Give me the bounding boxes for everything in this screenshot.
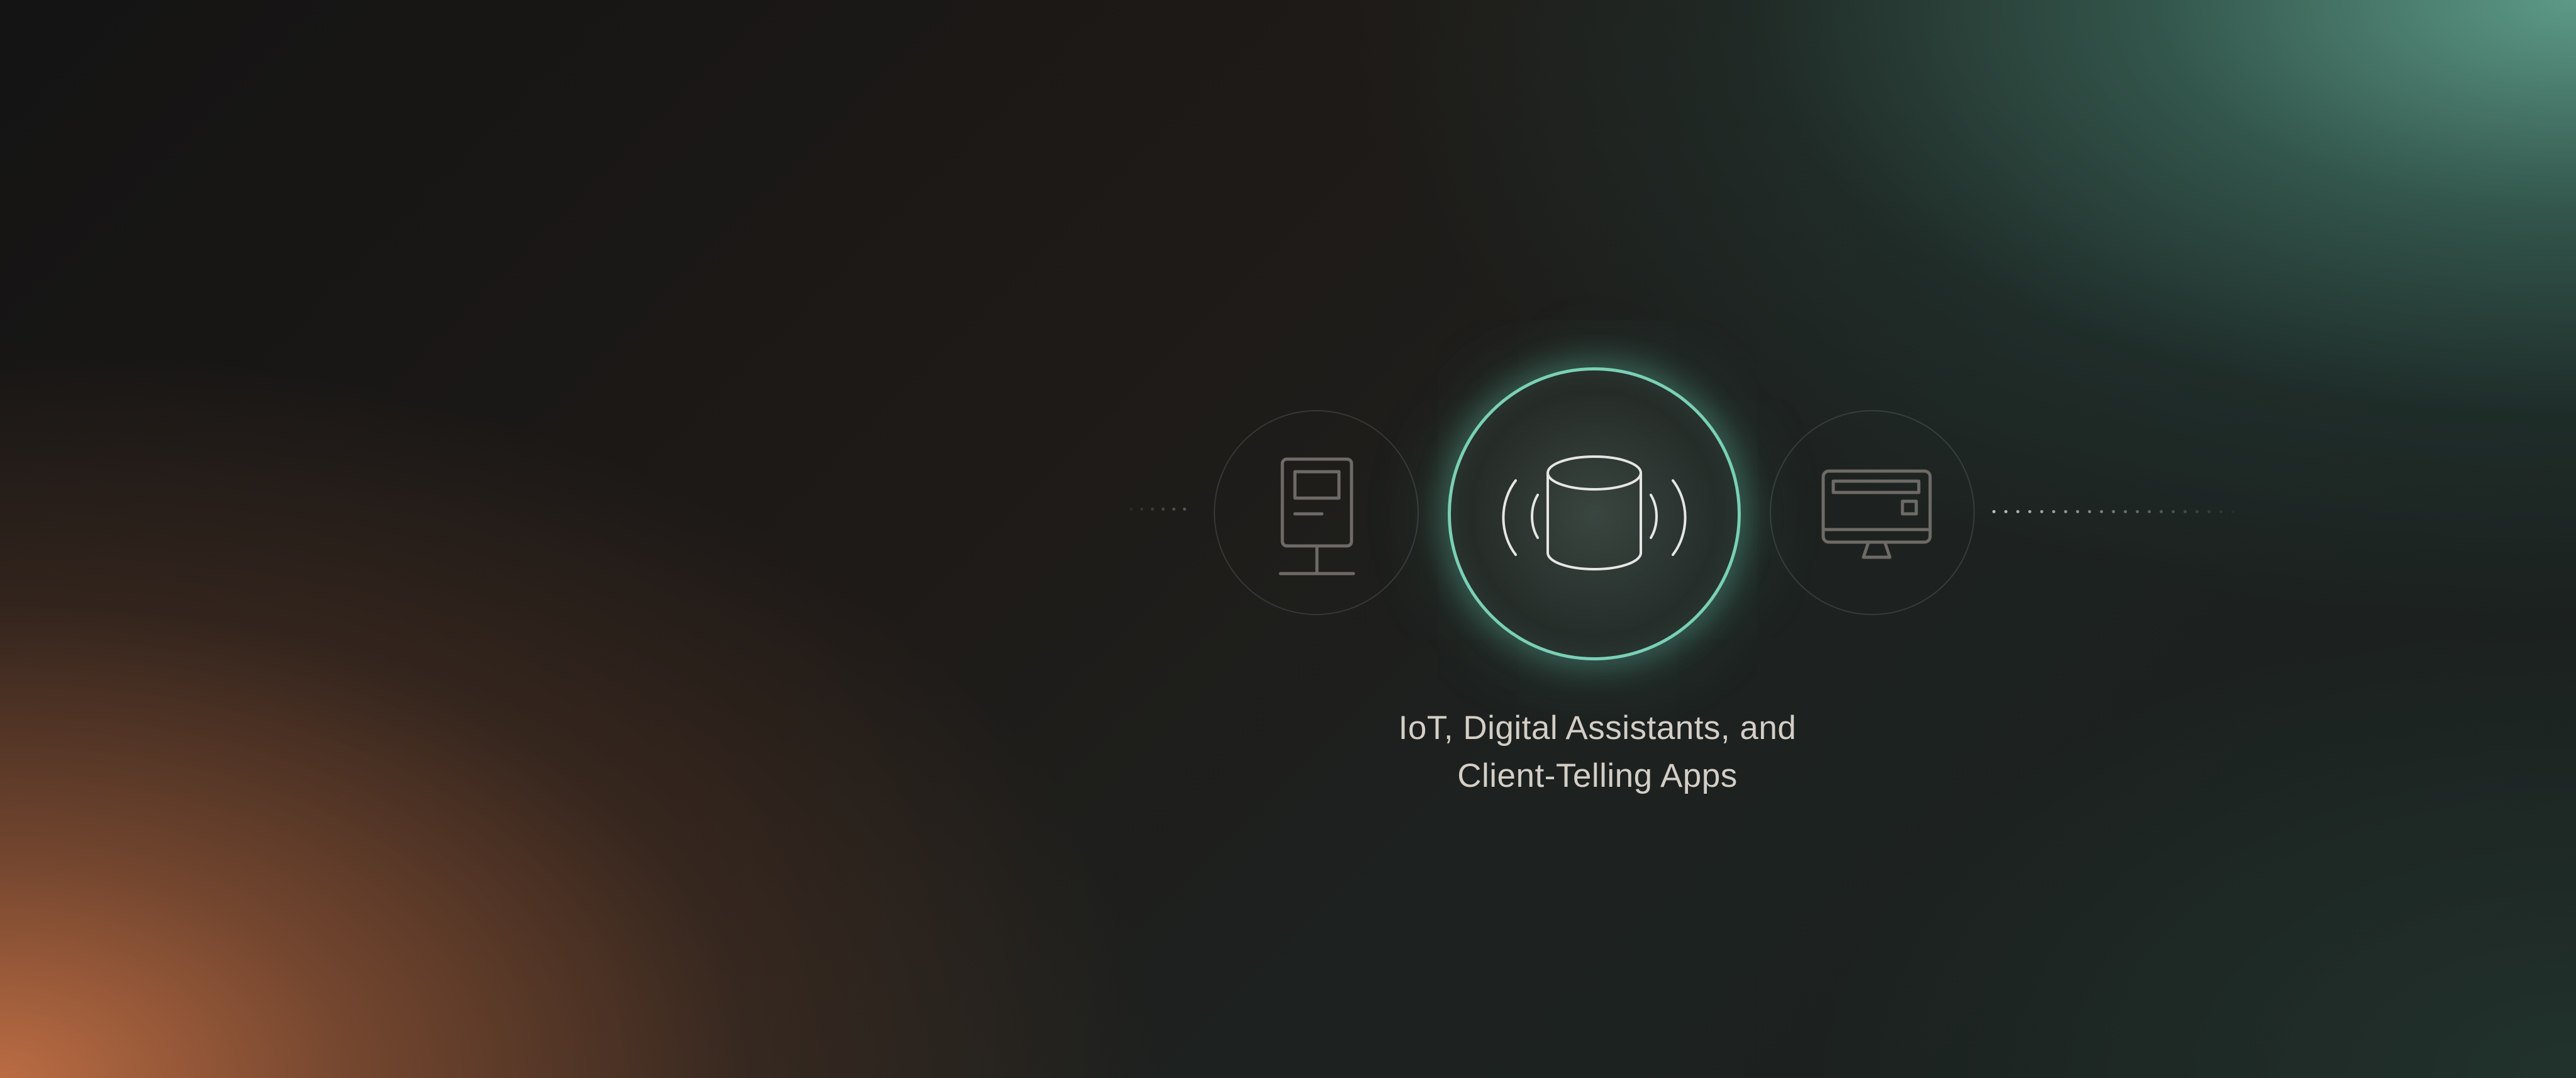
connector-dot <box>2231 510 2235 513</box>
connector-dot <box>2064 510 2067 513</box>
connector-dot <box>1140 508 1143 511</box>
connector-dot <box>2076 510 2079 513</box>
connector-dot <box>2136 510 2139 513</box>
connector-dots-left <box>1130 508 1192 511</box>
connector-dot <box>2052 510 2055 513</box>
connector-dot <box>2207 510 2211 513</box>
connector-dot <box>2016 510 2019 513</box>
connector-dot <box>1130 508 1133 511</box>
connector-dots-right <box>1992 510 2244 514</box>
desktop-node <box>1770 410 1975 615</box>
connector-dot <box>2112 510 2115 513</box>
connector-dot <box>1151 508 1154 511</box>
connector-dot <box>2100 510 2103 513</box>
caption-line-1: IoT, Digital Assistants, and <box>1398 709 1797 747</box>
connector-dot <box>1162 508 1165 511</box>
connector-dot <box>2040 510 2043 513</box>
connector-dot <box>2148 510 2151 513</box>
caption-line-2: Client-Telling Apps <box>1457 757 1738 794</box>
connector-dot <box>2172 510 2175 513</box>
connector-dot <box>2184 510 2187 513</box>
caption: IoT, Digital Assistants, and Client-Tell… <box>1264 704 1931 800</box>
connector-dot <box>2028 510 2031 513</box>
hero-banner: IoT, Digital Assistants, and Client-Tell… <box>0 0 2576 1078</box>
kiosk-icon <box>1279 457 1355 575</box>
connector-dot <box>2004 510 2007 513</box>
connector-dot <box>2219 510 2223 513</box>
kiosk-node <box>1214 410 1419 615</box>
desktop-monitor-icon <box>1821 469 1932 559</box>
smart-speaker-node <box>1448 367 1741 660</box>
connector-dot <box>1172 508 1175 511</box>
connector-dot <box>2160 510 2163 513</box>
connector-dot <box>1992 510 1996 513</box>
connector-dot <box>2088 510 2091 513</box>
connector-dot <box>1183 508 1186 511</box>
smart-speaker-icon <box>1502 455 1687 570</box>
connector-dot <box>2124 510 2127 513</box>
connector-dot <box>2196 510 2199 513</box>
